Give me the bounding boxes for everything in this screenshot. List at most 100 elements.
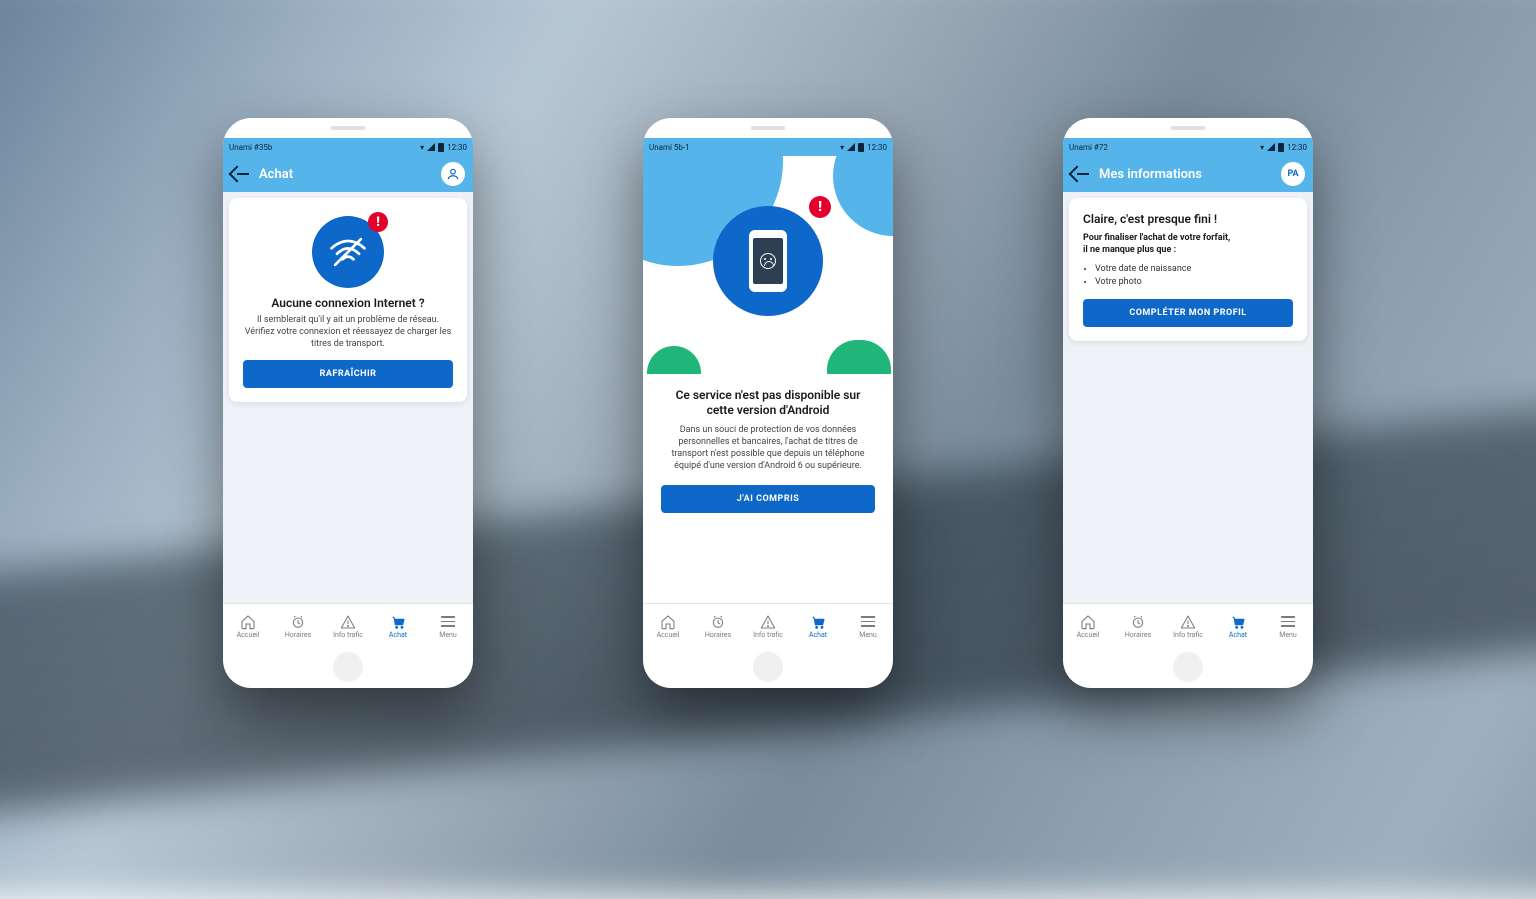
cart-icon <box>390 614 406 630</box>
unsupported-title: Ce service n'est pas disponible sur cett… <box>661 388 875 418</box>
nav-item-info-trafic[interactable]: Info trafic <box>1163 604 1213 648</box>
card-title: Claire, c'est presque fini ! <box>1083 212 1293 226</box>
alert-badge-icon: ! <box>368 212 388 232</box>
battery-icon <box>858 143 864 152</box>
status-bar: Unami 5b-1 ▾ 12:30 <box>643 138 893 156</box>
nav-label: Menu <box>439 631 457 639</box>
nav-item-info-trafic[interactable]: Info trafic <box>323 604 373 648</box>
screen-content: Claire, c'est presque fini ! Pour finali… <box>1063 192 1313 603</box>
wifi-icon: ▾ <box>840 143 844 152</box>
nav-label: Info trafic <box>333 631 363 639</box>
error-body: Il semblerait qu'il y ait un problème de… <box>243 314 453 350</box>
home-icon <box>1080 614 1096 630</box>
nav-item-horaires[interactable]: Horaires <box>273 604 323 648</box>
phone-home-button <box>333 652 363 682</box>
nav-item-achat[interactable]: Achat <box>1213 604 1263 648</box>
nav-label: Accueil <box>1077 631 1100 639</box>
nav-label: Achat <box>809 631 827 639</box>
device-label: Unami #35b <box>229 143 272 152</box>
battery-icon <box>1278 143 1284 152</box>
phone-home-button <box>753 652 783 682</box>
phone-mockup-1: Unami #35b ▾ 12:30 Achat <box>223 118 473 688</box>
nav-item-menu[interactable]: Menu <box>423 604 473 648</box>
nav-item-menu[interactable]: Menu <box>843 604 893 648</box>
status-bar: Unami #72 ▾ 12:30 <box>1063 138 1313 156</box>
phone-home-button <box>1173 652 1203 682</box>
error-card: ! Aucune connexion Internet ? Il sembler… <box>229 198 467 402</box>
menu-icon <box>441 614 455 630</box>
nav-item-horaires[interactable]: Horaires <box>1113 604 1163 648</box>
phone-speaker <box>751 126 785 130</box>
warning-icon <box>340 614 356 630</box>
app-bar-title: Achat <box>259 167 293 182</box>
status-time: 12:30 <box>447 143 467 152</box>
list-item: Votre date de naissance <box>1095 264 1293 274</box>
nav-item-menu[interactable]: Menu <box>1263 604 1313 648</box>
home-icon <box>660 614 676 630</box>
nav-label: Horaires <box>1125 631 1151 639</box>
nav-label: Achat <box>1229 631 1247 639</box>
app-bar-title: Mes informations <box>1099 167 1202 182</box>
phone-mockup-3: Unami #72 ▾ 12:30 Mes informations PA <box>1063 118 1313 688</box>
menu-icon <box>1281 614 1295 630</box>
nav-item-achat[interactable]: Achat <box>793 604 843 648</box>
back-button[interactable] <box>1071 168 1089 180</box>
warning-icon <box>760 614 776 630</box>
cell-signal-icon <box>1267 143 1275 151</box>
screen-content: ! Aucune connexion Internet ? Il sembler… <box>223 192 473 603</box>
nav-label: Info trafic <box>753 631 783 639</box>
bottom-nav: Accueil Horaires Info trafic Achat Menu <box>643 603 893 648</box>
acknowledge-button[interactable]: J'AI COMPRIS <box>661 485 875 513</box>
clock-icon <box>1130 614 1146 630</box>
nav-label: Accueil <box>237 631 260 639</box>
nav-label: Info trafic <box>1173 631 1203 639</box>
warning-icon <box>1180 614 1196 630</box>
nav-item-accueil[interactable]: Accueil <box>1063 604 1113 648</box>
status-time: 12:30 <box>867 143 887 152</box>
battery-icon <box>438 143 444 152</box>
nav-label: Achat <box>389 631 407 639</box>
device-label: Unami #72 <box>1069 143 1108 152</box>
menu-icon <box>861 614 875 630</box>
complete-profile-button[interactable]: COMPLÉTER MON PROFIL <box>1083 299 1293 327</box>
nav-item-info-trafic[interactable]: Info trafic <box>743 604 793 648</box>
nav-item-accueil[interactable]: Accueil <box>643 604 693 648</box>
phone-speaker <box>1171 126 1205 130</box>
cart-icon <box>1230 614 1246 630</box>
nav-label: Accueil <box>657 631 680 639</box>
cart-icon <box>810 614 826 630</box>
sad-face-icon <box>760 253 776 269</box>
nav-item-accueil[interactable]: Accueil <box>223 604 273 648</box>
error-title: Aucune connexion Internet ? <box>243 296 453 310</box>
wifi-icon: ▾ <box>420 143 424 152</box>
profile-button[interactable]: PA <box>1281 162 1305 186</box>
app-bar: Mes informations PA <box>1063 156 1313 192</box>
user-icon <box>446 167 460 181</box>
nav-label: Menu <box>1279 631 1297 639</box>
nav-label: Menu <box>859 631 877 639</box>
unsupported-hero: ! <box>643 156 893 374</box>
cell-signal-icon <box>427 143 435 151</box>
mockup-stage: Unami #35b ▾ 12:30 Achat <box>0 0 1536 864</box>
nav-item-horaires[interactable]: Horaires <box>693 604 743 648</box>
profile-completion-card: Claire, c'est presque fini ! Pour finali… <box>1069 198 1307 341</box>
screen-content: ! Ce service n'est pas disponible sur ce… <box>643 156 893 603</box>
bottom-nav: Accueil Horaires Info trafic Achat Menu <box>1063 603 1313 648</box>
device-label: Unami 5b-1 <box>649 143 690 152</box>
nav-item-achat[interactable]: Achat <box>373 604 423 648</box>
status-bar: Unami #35b ▾ 12:30 <box>223 138 473 156</box>
clock-icon <box>290 614 306 630</box>
nav-label: Horaires <box>285 631 311 639</box>
profile-button[interactable] <box>441 162 465 186</box>
card-subtitle: Pour finaliser l'achat de votre forfait,… <box>1083 232 1293 256</box>
wifi-icon: ▾ <box>1260 143 1264 152</box>
unsupported-body: Dans un souci de protection de vos donné… <box>661 424 875 473</box>
back-button[interactable] <box>231 168 249 180</box>
clock-icon <box>710 614 726 630</box>
refresh-button[interactable]: RAFRAÎCHIR <box>243 360 453 388</box>
phone-mockup-2: Unami 5b-1 ▾ 12:30 <box>643 118 893 688</box>
no-wifi-icon: ! <box>312 216 384 288</box>
app-bar: Achat <box>223 156 473 192</box>
list-item: Votre photo <box>1095 277 1293 287</box>
status-time: 12:30 <box>1287 143 1307 152</box>
